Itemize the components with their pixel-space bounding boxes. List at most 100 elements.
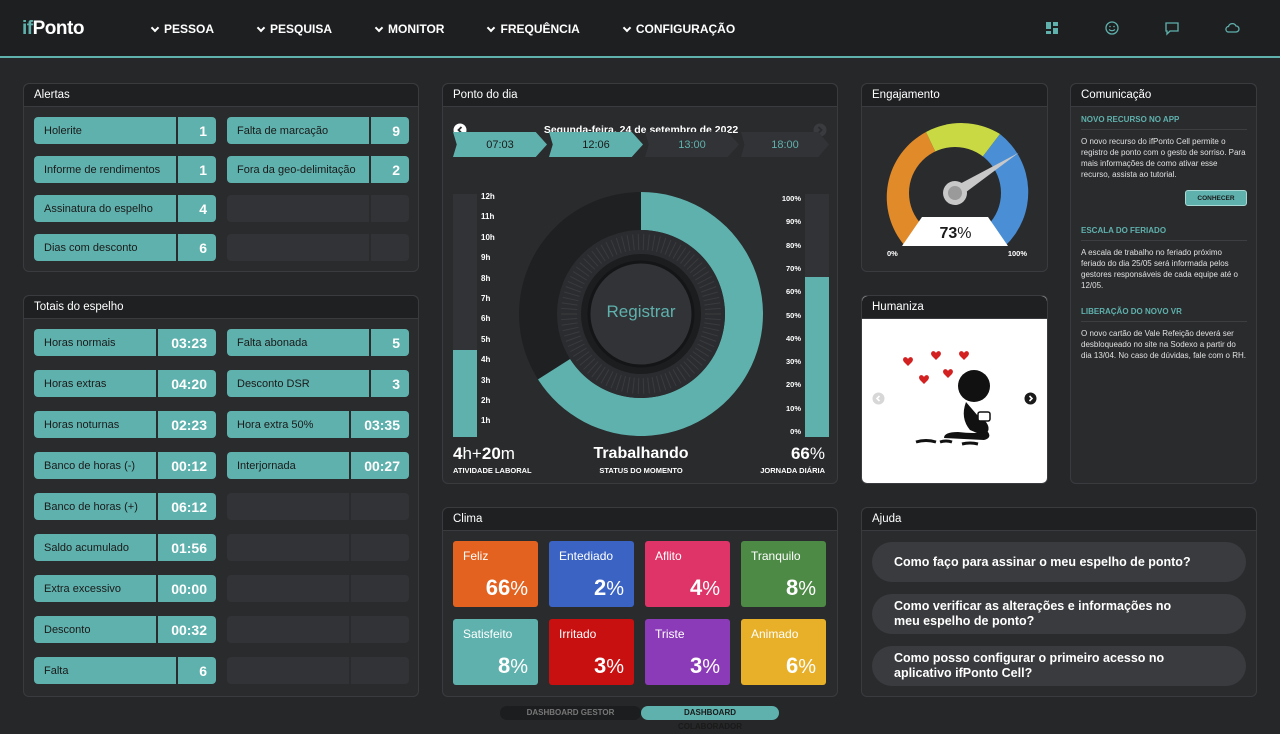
total-row[interactable]: Falta abonada 5 xyxy=(227,329,409,356)
punch-time-3[interactable]: 13:00 xyxy=(645,132,739,157)
hour-tick-label: 12h xyxy=(481,192,495,201)
smile-icon[interactable] xyxy=(1104,20,1120,36)
hour-tick-label: 10h xyxy=(481,232,495,242)
total-row-empty xyxy=(227,575,409,602)
alert-row[interactable]: Dias com desconto 6 xyxy=(34,234,216,261)
mood-card-animado[interactable]: Animado 6% xyxy=(741,619,826,685)
alert-row-empty xyxy=(227,195,409,222)
news-text: O novo recurso do ifPonto Cell permite o… xyxy=(1081,137,1246,179)
nav-monitor[interactable]: MONITOR xyxy=(374,0,444,58)
hour-tick-label: 7h xyxy=(481,294,491,303)
total-row[interactable]: Extra excessivo 00:00 xyxy=(34,575,216,602)
chevron-down-icon xyxy=(256,23,266,32)
totais-panel: Totais do espelho Horas normais 03:23 Hora… xyxy=(23,295,419,697)
alert-row[interactable]: Informe de rendimentos 1 xyxy=(34,156,216,183)
news-text: O novo cartão de Vale Refeição deverá se… xyxy=(1081,329,1246,360)
total-row[interactable]: Desconto 00:32 xyxy=(34,616,216,643)
chevron-down-icon xyxy=(374,23,384,32)
cloud-icon[interactable] xyxy=(1224,20,1240,36)
alertas-panel: Alertas Holerite 1 Falta de marcação 9 Inf… xyxy=(23,83,419,272)
total-row-empty xyxy=(227,616,409,643)
percent-tick-label: 70% xyxy=(785,263,801,273)
gauge-min: 0% xyxy=(887,249,898,258)
comunicacao-title: Comunicação xyxy=(1071,84,1256,107)
love-illustration xyxy=(903,351,991,446)
humaniza-title: Humaniza xyxy=(862,296,1047,319)
journey-label: JORNADA DIÁRIA xyxy=(760,466,825,475)
chevron-down-icon xyxy=(487,23,496,32)
clima-panel: Clima Feliz 66% Entediado 2% Aflito 4% Tranqui… xyxy=(442,507,838,697)
activity-bar xyxy=(453,194,477,437)
journey-bar-fill xyxy=(805,276,829,437)
mood-card-irritado[interactable]: Irritado 3% xyxy=(549,619,634,685)
punch-time-2[interactable]: 12:06 xyxy=(549,132,643,157)
app-logo[interactable]: ifPonto xyxy=(22,18,84,40)
total-row[interactable]: Horas noturnas 02:23 xyxy=(34,411,216,438)
faq-item[interactable]: Como posso configurar o primeiro acesso … xyxy=(872,646,1246,686)
alert-row[interactable]: Fora da geo-delimitação 2 xyxy=(227,156,409,183)
total-row[interactable]: Banco de horas (-) 00:12 xyxy=(34,452,216,479)
news-heading: NOVO RECURSO NO APP xyxy=(1081,115,1247,130)
alert-row[interactable]: Holerite 1 xyxy=(34,117,216,144)
percent-scale: 100% 90% 80% 70% 60% 50% 40% 30% 20% 10% 0% xyxy=(775,194,801,436)
percent-tick-label: 40% xyxy=(785,333,801,343)
register-button[interactable]: Registrar xyxy=(589,302,693,322)
engagement-value: 73% xyxy=(939,225,972,242)
percent-tick-label: 10% xyxy=(785,403,801,413)
nav-frequencia[interactable]: FREQUÊNCIA xyxy=(486,0,580,58)
punch-time-4[interactable]: 18:00 xyxy=(741,132,829,157)
total-row-empty xyxy=(227,534,409,561)
nav-pessoa[interactable]: PESSOA xyxy=(150,0,214,58)
nav-configuracao[interactable]: CONFIGURAÇÃO xyxy=(622,0,735,58)
mood-card-satisfeito[interactable]: Satisfeito 8% xyxy=(453,619,538,685)
faq-item[interactable]: Como faço para assinar o meu espelho de … xyxy=(872,542,1246,582)
dashboard-tabs: DASHBOARD GESTOR DASHBOARD COLABORADOR xyxy=(500,706,779,731)
engajamento-title: Engajamento xyxy=(862,84,1047,107)
faq-item[interactable]: Como verificar as alterações e informaçõ… xyxy=(872,594,1246,634)
hour-tick-label: 1h xyxy=(481,416,491,426)
totais-title: Totais do espelho xyxy=(24,296,418,319)
total-row-empty xyxy=(227,493,409,520)
total-row[interactable]: Hora extra 50% 03:35 xyxy=(227,411,409,438)
top-bar: ifPonto PESSOA PESQUISA MONITOR FREQUÊNC… xyxy=(0,0,1280,58)
mood-card-aflito[interactable]: Aflito 4% xyxy=(645,541,730,607)
total-row[interactable]: Horas extras 04:20 xyxy=(34,370,216,397)
mood-card-entediado[interactable]: Entediado 2% xyxy=(549,541,634,607)
chevron-down-icon xyxy=(622,23,632,32)
percent-tick-label: 80% xyxy=(785,240,801,250)
chat-icon[interactable] xyxy=(1164,20,1180,36)
nav-pesquisa[interactable]: PESQUISA xyxy=(256,0,332,58)
hour-tick-label: 2h xyxy=(481,396,491,405)
tab-dashboard-gestor[interactable]: DASHBOARD GESTOR xyxy=(500,706,641,720)
gauge-max: 100% xyxy=(1007,249,1027,258)
news-text: A escala de trabalho no feriado próximo … xyxy=(1081,248,1238,290)
total-row[interactable]: Interjornada 00:27 xyxy=(227,452,409,479)
mood-card-triste[interactable]: Triste 3% xyxy=(645,619,730,685)
next-image-icon[interactable] xyxy=(1024,392,1037,405)
mood-card-tranquilo[interactable]: Tranquilo 8% xyxy=(741,541,826,607)
hour-tick-label: 3h xyxy=(481,375,491,385)
hour-tick-label: 11h xyxy=(481,212,495,222)
alert-row-empty xyxy=(227,234,409,261)
chevron-down-icon xyxy=(150,23,160,32)
total-row[interactable]: Banco de horas (+) 06:12 xyxy=(34,493,216,520)
comunicacao-panel: Comunicação NOVO RECURSO NO APP O novo r… xyxy=(1070,83,1257,484)
prev-image-icon[interactable] xyxy=(872,392,885,405)
tab-dashboard-colaborador[interactable]: DASHBOARD COLABORADOR xyxy=(641,706,779,731)
hour-tick-label: 8h xyxy=(481,273,491,283)
punch-time-1[interactable]: 07:03 xyxy=(453,132,547,157)
total-row[interactable]: Saldo acumulado 01:56 xyxy=(34,534,216,561)
conhecer-button[interactable]: CONHECER xyxy=(1185,190,1247,206)
dashboard-icon[interactable] xyxy=(1044,20,1060,36)
percent-tick-label: 100% xyxy=(781,194,801,203)
ponto-title: Ponto do dia xyxy=(443,84,837,107)
total-row[interactable]: Falta 6 xyxy=(34,657,216,684)
clima-title: Clima xyxy=(443,508,837,531)
humaniza-panel: Humaniza xyxy=(861,295,1048,484)
alert-row[interactable]: Assinatura do espelho 4 xyxy=(34,195,216,222)
mood-card-feliz[interactable]: Feliz 66% xyxy=(453,541,538,607)
alert-row[interactable]: Falta de marcação 9 xyxy=(227,117,409,144)
total-row[interactable]: Desconto DSR 3 xyxy=(227,370,409,397)
total-row[interactable]: Horas normais 03:23 xyxy=(34,329,216,356)
ponto-panel: Ponto do dia Segunda-feira, 24 de setemb… xyxy=(442,83,838,484)
